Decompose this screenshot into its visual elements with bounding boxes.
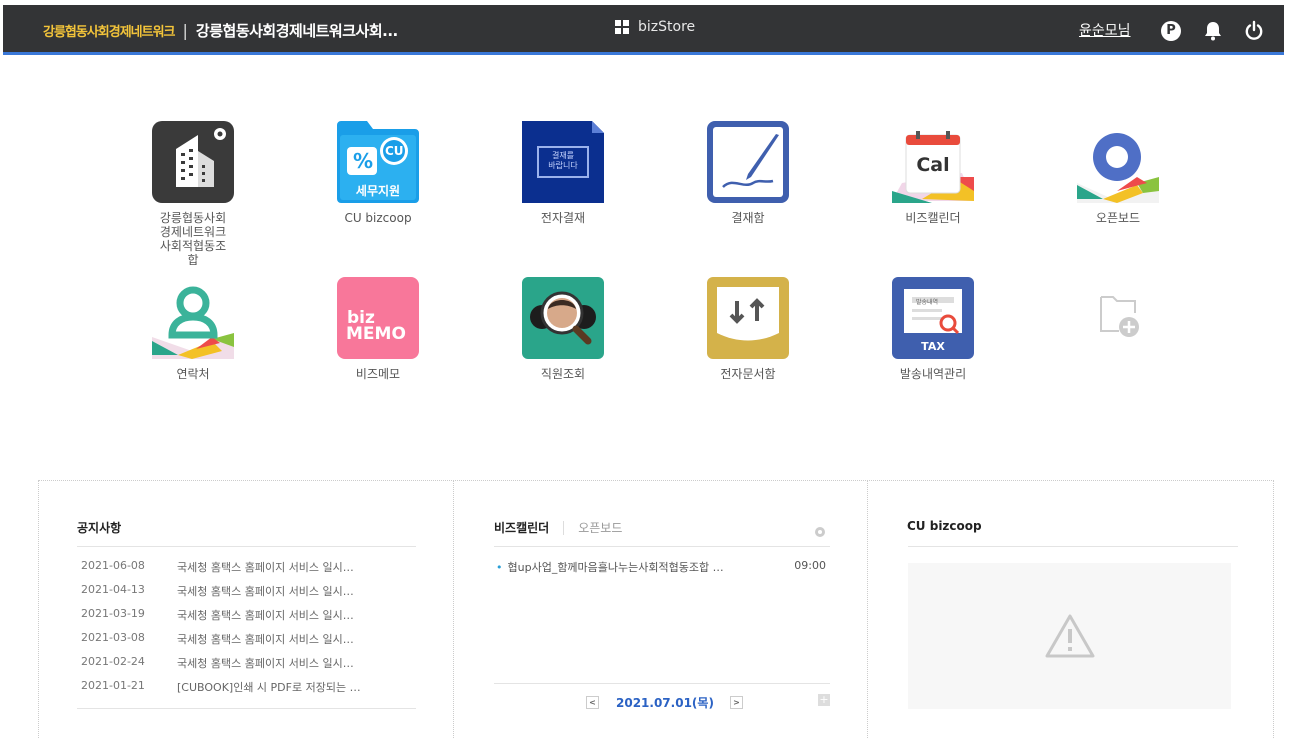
org-logo: 강릉협동사회경제네트워크 — [43, 21, 176, 40]
user-name-link[interactable]: 윤순모님 — [1079, 20, 1131, 40]
cu-bizcoop-title: CU bizcoop — [907, 519, 982, 533]
document-box-icon — [707, 277, 789, 359]
top-navigation-bar: 강릉협동사회경제네트워크 | 강릉협동사회경제네트워크사회... bizStor… — [0, 0, 1290, 57]
notice-row[interactable]: 2021-03-19 국세청 홈택스 홈페이지 서비스 일시… — [81, 607, 411, 631]
notice-row[interactable]: 2021-02-24 국세청 홈택스 홈페이지 서비스 일시… — [81, 655, 411, 679]
tab-open-board[interactable]: 오픈보드 — [563, 521, 623, 535]
app-label: 연락처 — [176, 367, 210, 381]
contact-icon — [152, 277, 234, 359]
calendar-icon: Cal — [892, 121, 974, 203]
add-app-icon — [1077, 277, 1159, 359]
calendar-date-nav: < 2021.07.01(목) > — [586, 694, 743, 711]
empty-content-box — [908, 563, 1231, 709]
logo-text: 강릉협동사회경제네트워크 — [43, 24, 176, 40]
app-employee-search[interactable]: 직원조회 — [503, 277, 623, 381]
app-cu-bizcoop[interactable]: % CU 세무지원 CU bizcoop — [318, 121, 438, 225]
notice-title: 공지사항 — [77, 521, 122, 535]
dashboard-panels: 공지사항 2021-06-08 국세청 홈택스 홈페이지 서비스 일시… 2021… — [38, 480, 1274, 739]
board-icon — [1077, 121, 1159, 203]
calendar-event[interactable]: • 협up사업_함께마음흘나누는사회적협동조합 … 09:00 — [496, 559, 826, 575]
tab-biz-calendar[interactable]: 비즈캘린더 — [494, 521, 549, 535]
app-label: 전자결재 — [540, 211, 586, 225]
next-day-button[interactable]: > — [729, 696, 743, 709]
app-approval-box[interactable]: 결재함 — [688, 121, 808, 225]
notice-row[interactable]: 2021-06-08 국세청 홈택스 홈페이지 서비스 일시… — [81, 559, 411, 583]
app-label: 비즈캘린더 — [905, 211, 961, 225]
add-event-button[interactable]: + — [818, 694, 830, 706]
app-biz-memo[interactable]: biz MEMO 비즈메모 — [318, 277, 438, 381]
app-label: 오픈보드 — [1095, 211, 1141, 225]
logo-area[interactable]: 강릉협동사회경제네트워크 | 강릉협동사회경제네트워크사회... — [43, 18, 398, 42]
app-tax-history[interactable]: 발송내역 TAX 발송내역관리 — [873, 277, 993, 381]
notice-row[interactable]: 2021-04-13 국세청 홈택스 홈페이지 서비스 일시… — [81, 583, 411, 607]
settings-gear-icon[interactable] — [813, 524, 827, 538]
app-e-approval[interactable]: 결재를 바랍니다 전자결재 — [503, 121, 623, 225]
app-document-box[interactable]: 전자문서함 — [688, 277, 808, 381]
sign-icon — [707, 121, 789, 203]
warning-icon — [1044, 613, 1096, 663]
bizstore-label: bizStore — [638, 19, 696, 35]
point-icon[interactable]: P — [1161, 21, 1181, 41]
app-open-board[interactable]: 오픈보드 — [1058, 121, 1178, 225]
notification-bell-icon[interactable] — [1202, 20, 1224, 42]
notice-row[interactable]: 2021-03-08 국세청 홈택스 홈페이지 서비스 일시… — [81, 631, 411, 655]
approval-icon: 결재를 바랍니다 — [522, 121, 604, 203]
notice-panel: 공지사항 2021-06-08 국세청 홈택스 홈페이지 서비스 일시… 2021… — [38, 481, 453, 739]
header-bar: 강릉협동사회경제네트워크 | 강릉협동사회경제네트워크사회... bizStor… — [3, 5, 1284, 55]
tax-folder-icon: % CU 세무지원 — [337, 121, 419, 203]
org-name[interactable]: 강릉협동사회경제네트워크사회... — [196, 20, 398, 41]
event-time: 09:00 — [794, 559, 826, 572]
app-label: 전자문서함 — [720, 367, 776, 381]
app-label: 강릉협동사회 경제네트워크 사회적협동조 합 — [159, 211, 227, 267]
app-label: CU bizcoop — [344, 211, 412, 225]
app-grid-icon — [615, 20, 629, 34]
bizstore-button[interactable]: bizStore — [615, 19, 695, 35]
notice-row[interactable]: 2021-01-21 [CUBOOK]인쇄 시 PDF로 저장되는 … — [81, 679, 411, 703]
app-org-home[interactable]: 강릉협동사회 경제네트워크 사회적협동조 합 — [133, 121, 253, 267]
employee-search-icon — [522, 277, 604, 359]
app-contacts[interactable]: 연락처 — [133, 277, 253, 381]
logout-power-icon[interactable] — [1243, 20, 1265, 42]
app-label: 직원조회 — [540, 367, 586, 381]
event-title: 협up사업_함께마음흘나누는사회적협동조합 … — [507, 561, 724, 574]
app-label: 발송내역관리 — [899, 367, 967, 381]
prev-day-button[interactable]: < — [586, 696, 599, 709]
memo-icon: biz MEMO — [337, 277, 419, 359]
app-biz-calendar[interactable]: Cal 비즈캘린더 — [873, 121, 993, 225]
cu-bizcoop-panel: CU bizcoop — [867, 481, 1274, 739]
add-app-button[interactable] — [1058, 277, 1178, 367]
calendar-panel: 비즈캘린더 오픈보드 • 협up사업_함께마음흘나누는사회적협동조합 … 09:00… — [453, 481, 867, 739]
building-icon — [152, 121, 234, 203]
app-label: 결재함 — [731, 211, 765, 225]
current-date: 2021.07.01(목) — [616, 696, 714, 710]
app-label: 비즈메모 — [355, 367, 401, 381]
tax-history-icon: 발송내역 TAX — [892, 277, 974, 359]
